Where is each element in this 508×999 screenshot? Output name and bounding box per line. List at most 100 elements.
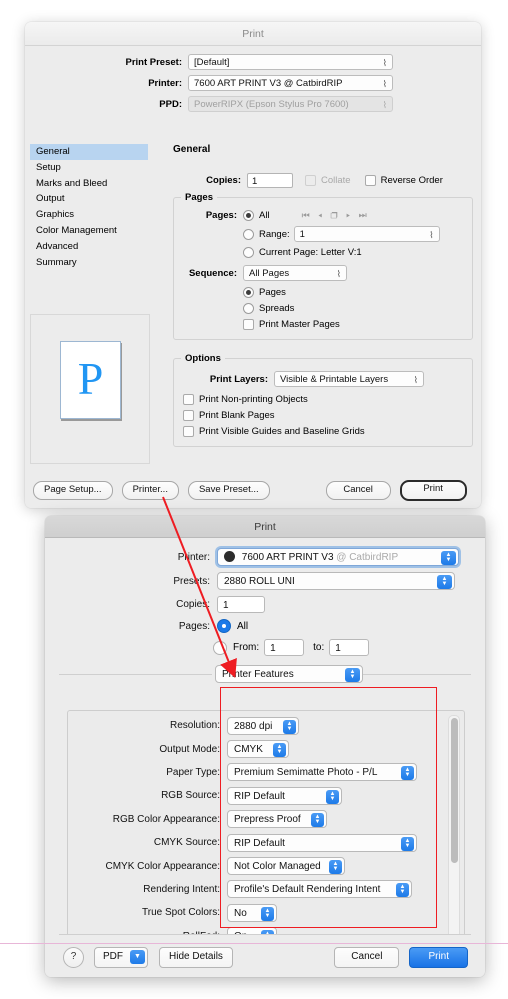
chevron-down-icon: ⌇ <box>413 375 418 385</box>
print-master-pages-checkbox[interactable] <box>243 319 254 330</box>
printer-popup-2[interactable]: 7600 ART PRINT V3 @ CatbirdRIP ▲ ▼ <box>217 548 459 566</box>
cancel-label: Cancel <box>343 484 373 495</box>
sidebar-item-advanced[interactable]: Advanced <box>30 239 148 255</box>
pane-heading: General <box>173 144 211 155</box>
printer-button[interactable]: Printer... <box>121 481 179 500</box>
sequence-popup[interactable]: All Pages ⌇ <box>243 265 347 281</box>
current-page-label: Current Page: Letter V:1 <box>259 247 362 258</box>
sidebar-item-summary[interactable]: Summary <box>30 255 148 271</box>
copies-input[interactable]: 1 <box>247 173 293 188</box>
pdf-label: PDF <box>103 951 123 962</box>
pages-from-radio[interactable] <box>213 640 227 655</box>
collate-checkbox <box>305 175 316 186</box>
presets-value: 2880 ROLL UNI <box>224 576 295 587</box>
print-preset-label: Print Preset: <box>125 56 183 68</box>
pages-to-label: to: <box>313 642 325 653</box>
cancel-button-2[interactable]: Cancel <box>334 947 400 968</box>
footer-divider <box>59 934 471 935</box>
features-scrollbar-thumb[interactable] <box>450 718 458 863</box>
print-label: Print <box>423 483 443 494</box>
save-preset-button[interactable]: Save Preset... <box>187 481 270 500</box>
print-preset-popup[interactable]: [Default] ⌇ <box>188 54 393 70</box>
print-visible-guides-checkbox[interactable] <box>183 426 194 437</box>
pages-radio-label: Pages <box>259 287 286 298</box>
pages-radio[interactable] <box>243 287 254 298</box>
print-blank-pages-checkbox[interactable] <box>183 410 194 421</box>
copies-input-2[interactable]: 1 <box>217 596 265 613</box>
pdf-button[interactable]: PDF ▼ <box>94 947 148 968</box>
printer-row: Printer: 7600 ART PRINT V3 @ CatbirdRIP … <box>25 75 481 91</box>
print-layers-label: Print Layers: <box>209 373 268 385</box>
stepper-icon[interactable]: ▲▼ <box>437 575 452 589</box>
cancel-button[interactable]: Cancel <box>325 481 391 500</box>
sidebar-item-graphics[interactable]: Graphics <box>30 207 148 223</box>
printer-suffix: @ CatbirdRIP <box>336 552 399 563</box>
pane-selector-popup[interactable]: Printer Features ▲ ▼ <box>215 665 363 683</box>
dialog1-sidebar: General Setup Marks and Bleed Output Gra… <box>30 144 148 270</box>
pages-from-input[interactable]: 1 <box>264 639 305 656</box>
print-visible-guides-label: Print Visible Guides and Baseline Grids <box>199 426 365 437</box>
sequence-label: Sequence: <box>188 267 237 279</box>
stepper-icon[interactable]: ▲▼ <box>441 551 456 565</box>
ppd-label: PPD: <box>159 98 182 110</box>
save-preset-label: Save Preset... <box>198 484 259 495</box>
pages-label: Pages: <box>205 210 237 221</box>
presets-label: Presets: <box>173 575 210 587</box>
sidebar-item-marks-and-bleed[interactable]: Marks and Bleed <box>30 176 148 192</box>
copies-value: 1 <box>252 176 258 187</box>
presets-popup[interactable]: 2880 ROLL UNI ▲ ▼ <box>217 572 455 590</box>
copies-value-2: 1 <box>223 600 229 611</box>
chevron-down-icon: ⌇ <box>382 58 387 68</box>
print-blank-pages-label: Print Blank Pages <box>199 410 275 421</box>
pages-to-input[interactable]: 1 <box>329 639 370 656</box>
print-nonprinting-objects-checkbox[interactable] <box>183 394 194 405</box>
annotation-red-rectangle <box>220 687 437 928</box>
preview-glyph: P <box>77 352 104 404</box>
print-button[interactable]: Print <box>399 480 467 501</box>
print-layers-popup[interactable]: Visible & Printable Layers ⌇ <box>274 371 424 387</box>
page-nav-icons[interactable]: ⏮ ◂ ❐ ▸ ⏭ <box>302 210 370 221</box>
features-scrollbar[interactable] <box>448 715 460 953</box>
pages-all-radio-2[interactable] <box>217 619 231 633</box>
sidebar-item-label: Output <box>36 193 65 205</box>
chevron-down-icon: ⌇ <box>429 230 434 240</box>
chevron-down-icon: ⌇ <box>382 79 387 89</box>
pages-all-radio[interactable] <box>243 210 254 221</box>
pages-label-2: Pages: <box>178 620 210 632</box>
dialog1-body: Print Preset: [Default] ⌇ Printer: 7600 … <box>25 46 481 508</box>
spreads-radio[interactable] <box>243 303 254 314</box>
sidebar-item-color-management[interactable]: Color Management <box>30 223 148 239</box>
sidebar-item-general[interactable]: General <box>30 144 148 160</box>
dialog2-button-row: ? PDF ▼ Hide Details Cancel Print <box>45 934 485 977</box>
collate-label: Collate <box>321 175 351 186</box>
page-setup-button[interactable]: Page Setup... <box>33 481 113 500</box>
options-group-legend: Options <box>181 353 225 364</box>
reverse-order-checkbox[interactable] <box>364 175 376 186</box>
chevron-down-icon[interactable]: ▼ <box>130 950 145 964</box>
pages-range-radio[interactable] <box>243 228 254 240</box>
print-master-pages-label: Print Master Pages <box>259 319 340 330</box>
range-input[interactable]: 1 ⌇ <box>293 226 440 242</box>
printer-value-2: 7600 ART PRINT V3 <box>241 552 334 563</box>
sequence-value: All Pages <box>249 268 290 279</box>
hide-details-button[interactable]: Hide Details <box>159 947 233 968</box>
range-label: Range: <box>259 228 290 240</box>
cmyk-color-appearance-label: CMYK Color Appearance: <box>105 860 220 872</box>
general-pane: General Copies: 1 Collate Reverse Order … <box>173 144 473 447</box>
stepper-icon[interactable]: ▲▼ <box>345 668 360 682</box>
pages-row-2: Pages: All <box>45 619 485 633</box>
sidebar-item-output[interactable]: Output <box>30 191 148 207</box>
ppd-row: PPD: PowerRIPX (Epson Stylus Pro 7600) ⌇ <box>25 96 481 112</box>
sidebar-item-setup[interactable]: Setup <box>30 160 148 176</box>
printer-status-icon <box>224 551 235 562</box>
print-button-2[interactable]: Print <box>409 947 468 968</box>
print-preset-value: [Default] <box>194 57 230 68</box>
sidebar-item-label: Setup <box>36 161 61 173</box>
chevron-down-icon: ⌇ <box>382 100 387 110</box>
range-value: 1 <box>299 229 305 240</box>
printer-button-label: Printer... <box>132 484 168 495</box>
help-button[interactable]: ? <box>63 947 84 968</box>
printer-popup[interactable]: 7600 ART PRINT V3 @ CatbirdRIP ⌇ <box>188 75 393 91</box>
current-page-radio[interactable] <box>243 247 254 258</box>
ppd-popup: PowerRIPX (Epson Stylus Pro 7600) ⌇ <box>188 96 393 112</box>
